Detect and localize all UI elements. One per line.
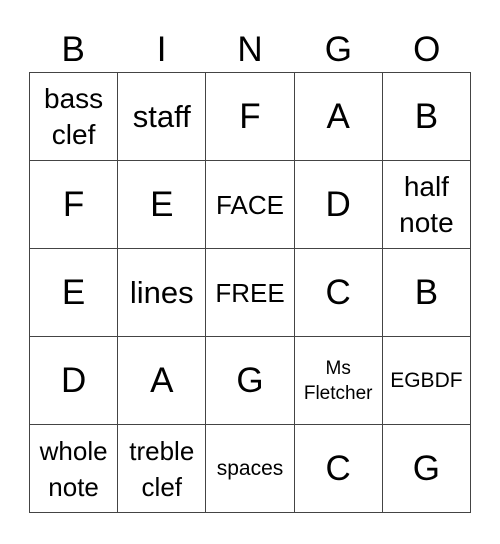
header-letter-i: I xyxy=(156,30,167,69)
free-space[interactable]: FREE xyxy=(206,249,295,337)
bingo-cell[interactable]: bass clef xyxy=(30,73,119,161)
bingo-cell[interactable]: Ms Fletcher xyxy=(294,337,383,425)
bingo-cell[interactable]: EGBDF xyxy=(382,337,471,425)
header-letter-g: G xyxy=(324,30,352,69)
bingo-cell[interactable]: B xyxy=(382,249,471,337)
bingo-cell[interactable]: F xyxy=(30,161,119,249)
bingo-cell[interactable]: G xyxy=(206,337,295,425)
bingo-cell[interactable]: D xyxy=(294,161,383,249)
bingo-cell[interactable]: spaces xyxy=(206,425,295,513)
bingo-cell[interactable]: staff xyxy=(118,73,207,161)
bingo-cell[interactable]: B xyxy=(382,73,471,161)
bingo-cell[interactable]: C xyxy=(294,425,383,513)
header-letter-b: B xyxy=(61,30,85,69)
bingo-cell[interactable]: E xyxy=(118,161,207,249)
bingo-cell[interactable]: G xyxy=(382,425,471,513)
bingo-cell[interactable]: D xyxy=(30,337,119,425)
bingo-cell[interactable]: half note xyxy=(382,161,471,249)
bingo-grid: bass clef staff F A B F E FACE D half no… xyxy=(29,72,471,513)
bingo-cell[interactable]: whole note xyxy=(30,425,119,513)
header-letter-o: O xyxy=(413,30,441,69)
bingo-cell[interactable]: A xyxy=(294,73,383,161)
bingo-header: B I N G O xyxy=(29,28,471,72)
header-letter-n: N xyxy=(237,30,263,69)
bingo-cell[interactable]: E xyxy=(30,249,119,337)
bingo-cell[interactable]: FACE xyxy=(206,161,295,249)
bingo-cell[interactable]: A xyxy=(118,337,207,425)
bingo-cell[interactable]: C xyxy=(294,249,383,337)
bingo-cell[interactable]: lines xyxy=(118,249,207,337)
bingo-cell[interactable]: treble clef xyxy=(118,425,207,513)
bingo-cell[interactable]: F xyxy=(206,73,295,161)
